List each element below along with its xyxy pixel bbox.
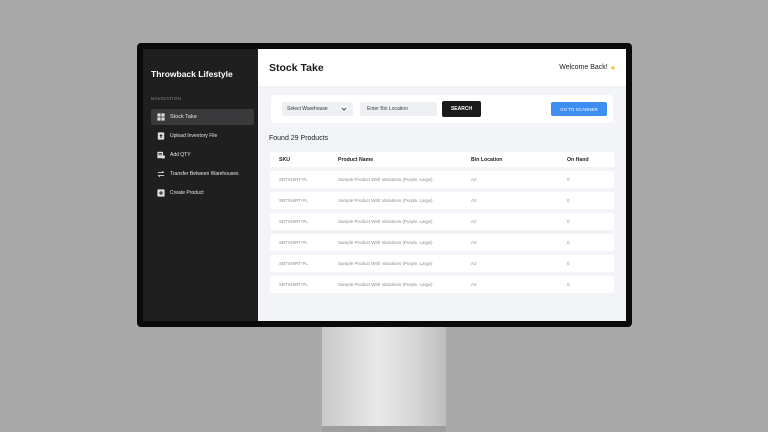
cell-on-hand: 0 xyxy=(567,219,570,224)
monitor: Throwback Lifestyle NAVIGATION Stock Tak… xyxy=(137,43,632,327)
sidebar-item-add-qty[interactable]: Add QTY xyxy=(151,147,254,163)
sidebar-item-upload-inventory-file[interactable]: Upload Inventory File xyxy=(151,128,254,144)
table-header: SKU Product Name Bin Location On Hand xyxy=(270,152,614,167)
table-row[interactable]: SBTSHIRT-PL Sample Product With Variatio… xyxy=(270,171,614,188)
cell-product-name: Sample Product With Variations (Purple, … xyxy=(338,219,433,224)
cell-bin-location: A2 xyxy=(471,219,477,224)
transfer-icon xyxy=(157,170,165,178)
column-header-sku: SKU xyxy=(279,156,290,163)
cell-on-hand: 0 xyxy=(567,282,570,287)
cell-on-hand: 0 xyxy=(567,240,570,245)
sidebar-item-label: Stock Take xyxy=(170,114,197,120)
cell-product-name: Sample Product With Variations (Purple, … xyxy=(338,177,433,182)
main-content: Stock Take Welcome Back! ★ Select Wareho… xyxy=(258,49,626,321)
sidebar: Throwback Lifestyle NAVIGATION Stock Tak… xyxy=(143,49,258,321)
table-row[interactable]: SBTSHIRT-PL Sample Product With Variatio… xyxy=(270,234,614,251)
table-row[interactable]: SBTSHIRT-PL Sample Product With Variatio… xyxy=(270,276,614,293)
cell-sku: SBTSHIRT-PL xyxy=(279,282,308,287)
cell-product-name: Sample Product With Variations (Purple, … xyxy=(338,198,433,203)
monitor-stand xyxy=(322,324,446,432)
add-qty-icon xyxy=(157,151,165,159)
upload-file-icon xyxy=(157,132,165,140)
cell-product-name: Sample Product With Variations (Purple, … xyxy=(338,282,433,287)
page-title: Stock Take xyxy=(269,61,324,74)
welcome-message: Welcome Back! ★ xyxy=(559,64,616,72)
results-summary: Found 29 Products xyxy=(269,135,329,142)
cell-sku: SBTSHIRT-PL xyxy=(279,240,308,245)
cell-on-hand: 0 xyxy=(567,198,570,203)
cell-bin-location: A2 xyxy=(471,240,477,245)
search-button[interactable]: SEARCH xyxy=(442,101,481,117)
cell-product-name: Sample Product With Variations (Purple, … xyxy=(338,240,433,245)
cell-on-hand: 0 xyxy=(567,261,570,266)
table-row[interactable]: SBTSHIRT-PL Sample Product With Variatio… xyxy=(270,192,614,209)
cell-sku: SBTSHIRT-PL xyxy=(279,219,308,224)
cell-sku: SBTSHIRT-PL xyxy=(279,198,308,203)
cell-on-hand: 0 xyxy=(567,177,570,182)
column-header-on-hand: On Hand xyxy=(567,156,589,163)
welcome-text: Welcome Back! xyxy=(559,64,608,71)
warehouse-select-value: Select Warehouse xyxy=(287,106,328,112)
app-screen: Throwback Lifestyle NAVIGATION Stock Tak… xyxy=(143,49,626,321)
sidebar-item-label: Create Product xyxy=(170,190,204,196)
sidebar-item-label: Transfer Between Warehouses xyxy=(170,171,239,177)
sidebar-item-stock-take[interactable]: Stock Take xyxy=(151,109,254,125)
products-table: SKU Product Name Bin Location On Hand SB… xyxy=(270,152,614,293)
sidebar-item-label: Upload Inventory File xyxy=(170,133,218,139)
cell-sku: SBTSHIRT-PL xyxy=(279,177,308,182)
column-header-product-name: Product Name xyxy=(338,156,374,163)
go-to-scanner-button[interactable]: GO TO SCANNER xyxy=(551,102,607,116)
sidebar-nav: Stock Take Upload Inventory File Add QTY xyxy=(143,109,258,201)
cell-sku: SBTSHIRT-PL xyxy=(279,261,308,266)
brand-title: Throwback Lifestyle xyxy=(151,69,233,79)
cell-bin-location: A2 xyxy=(471,198,477,203)
cell-bin-location: A2 xyxy=(471,282,477,287)
cell-bin-location: A2 xyxy=(471,261,477,266)
star-icon: ★ xyxy=(609,64,616,72)
plus-square-icon xyxy=(157,189,165,197)
topbar: Stock Take Welcome Back! ★ xyxy=(258,49,626,86)
warehouse-select[interactable]: Select Warehouse xyxy=(282,102,353,116)
sidebar-item-label: Add QTY xyxy=(170,152,191,158)
table-row[interactable]: SBTSHIRT-PL Sample Product With Variatio… xyxy=(270,255,614,272)
table-row[interactable]: SBTSHIRT-PL Sample Product With Variatio… xyxy=(270,213,614,230)
grid-icon xyxy=(157,113,165,121)
cell-product-name: Sample Product With Variations (Purple, … xyxy=(338,261,433,266)
cell-bin-location: A2 xyxy=(471,177,477,182)
bin-location-input[interactable] xyxy=(360,102,437,116)
chevron-down-icon xyxy=(341,107,347,111)
filter-bar: Select Warehouse SEARCH GO TO SCANNER xyxy=(271,95,613,123)
column-header-bin-location: Bin Location xyxy=(471,156,503,163)
sidebar-item-transfer-between-warehouses[interactable]: Transfer Between Warehouses xyxy=(151,166,254,182)
sidebar-item-create-product[interactable]: Create Product xyxy=(151,185,254,201)
nav-caption: NAVIGATION xyxy=(151,96,182,101)
